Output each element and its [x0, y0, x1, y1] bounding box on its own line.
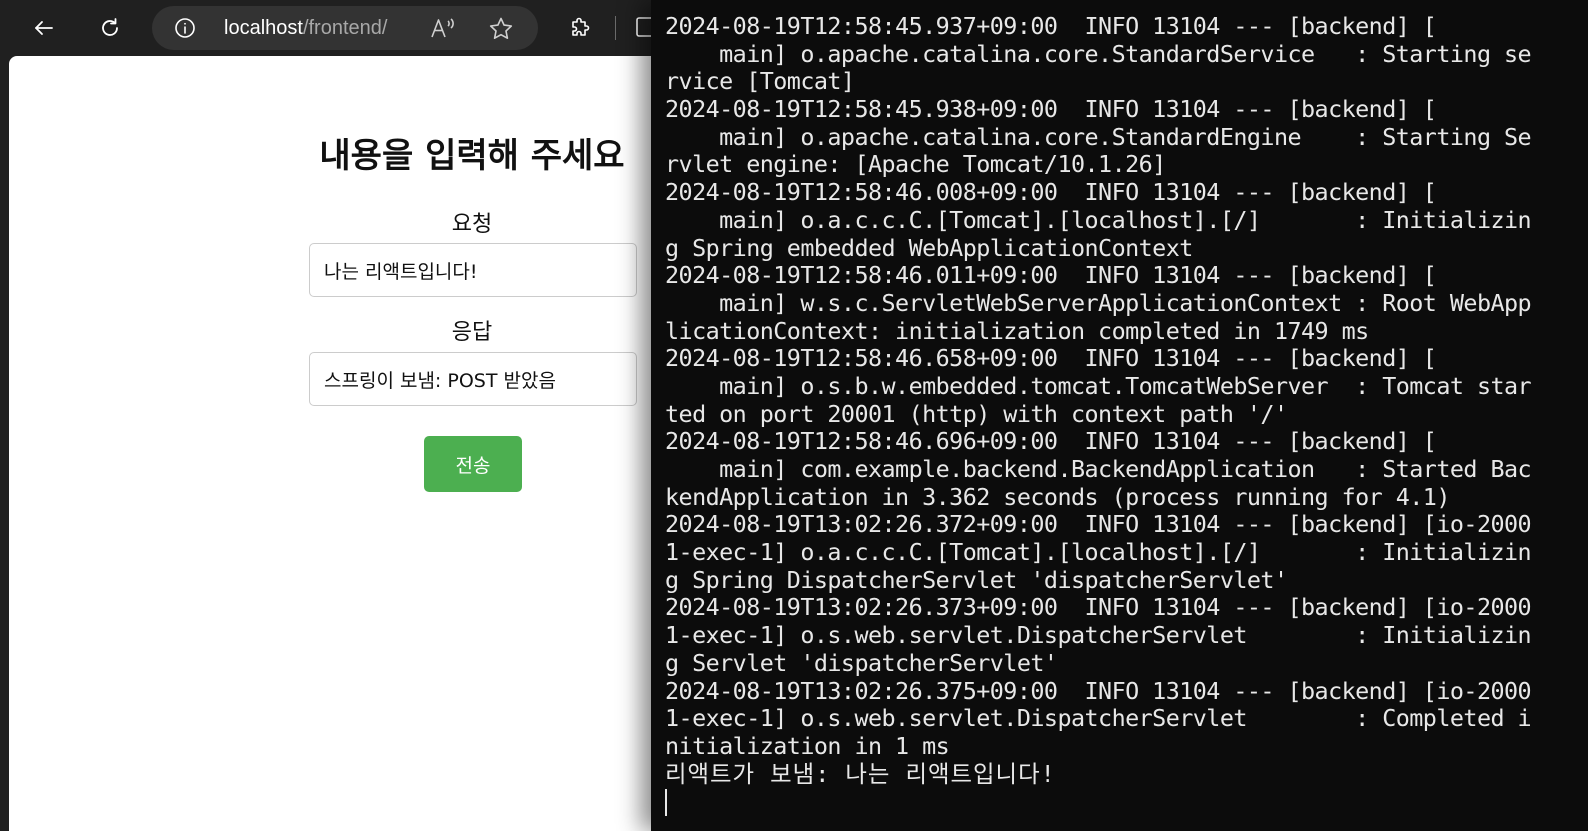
- extensions-button[interactable]: [560, 8, 600, 48]
- response-input[interactable]: [309, 352, 637, 406]
- reload-icon: [102, 18, 118, 36]
- terminal-line: 2024-08-19T12:58:45.938+09:00 INFO 13104…: [665, 95, 1437, 124]
- split-screen-icon[interactable]: [636, 16, 652, 38]
- terminal-line: rvlet engine: [Apache Tomcat/10.1.26]: [665, 150, 1166, 179]
- terminal-line: 2024-08-19T12:58:45.937+09:00 INFO 13104…: [665, 12, 1437, 40]
- terminal-line: main] w.s.c.ServletWebServerApplicationC…: [665, 288, 1532, 317]
- url-host: localhost: [224, 17, 303, 39]
- terminal-line: g Servlet 'dispatcherServlet': [665, 648, 1058, 677]
- puzzle-icon: [572, 17, 590, 36]
- browser-toolbar: localhost/frontend/: [0, 0, 660, 56]
- terminal-output: 2024-08-19T12:58:45.937+09:00 INFO 13104…: [665, 12, 1565, 788]
- toolbar-divider: [615, 16, 616, 40]
- terminal-line: rvice [Tomcat]: [665, 67, 855, 96]
- terminal-line: 2024-08-19T13:02:26.373+09:00 INFO 13104…: [665, 593, 1532, 622]
- terminal-window[interactable]: 2024-08-19T12:58:45.937+09:00 INFO 13104…: [651, 0, 1588, 831]
- terminal-line: licationContext: initialization complete…: [665, 316, 1369, 345]
- terminal-line: main] o.apache.catalina.core.StandardSer…: [665, 39, 1532, 68]
- url-text[interactable]: localhost/frontend/: [224, 16, 387, 40]
- url-path: /frontend/: [302, 17, 388, 39]
- read-aloud-icon[interactable]: [430, 16, 456, 40]
- submit-button[interactable]: 전송: [424, 436, 522, 492]
- terminal-line: 2024-08-19T13:02:26.372+09:00 INFO 13104…: [665, 510, 1532, 539]
- terminal-line: main] com.example.backend.BackendApplica…: [665, 455, 1532, 483]
- terminal-line: nitialization in 1 ms: [665, 731, 950, 760]
- back-arrow-icon: [35, 21, 53, 35]
- browser-window: localhost/frontend/ 내용을 입력해 주세요 요청 응답 전송: [0, 0, 669, 831]
- terminal-line: 1-exec-1] o.a.c.c.C.[Tomcat].[localhost]…: [665, 538, 1532, 567]
- terminal-line: 1-exec-1] o.s.web.servlet.DispatcherServ…: [665, 621, 1532, 650]
- reload-button[interactable]: [90, 8, 130, 48]
- terminal-line: 2024-08-19T12:58:46.008+09:00 INFO 13104…: [665, 178, 1437, 207]
- request-label: 요청: [451, 212, 493, 237]
- terminal-line: 2024-08-19T13:02:26.375+09:00 INFO 13104…: [665, 676, 1532, 705]
- terminal-line: kendApplication in 3.362 seconds (proces…: [665, 482, 1450, 511]
- terminal-line: 2024-08-19T12:58:46.696+09:00 INFO 13104…: [665, 427, 1437, 456]
- terminal-line: 2024-08-19T12:58:46.658+09:00 INFO 13104…: [665, 344, 1437, 373]
- favorite-star-icon[interactable]: [488, 16, 514, 42]
- terminal-line: g Spring embedded WebApplicationContext: [665, 233, 1193, 262]
- request-input[interactable]: [309, 243, 637, 297]
- terminal-cursor: [665, 789, 667, 816]
- response-label: 응답: [451, 320, 493, 345]
- terminal-line: ted on port 20001 (http) with context pa…: [665, 399, 1288, 428]
- page-title: 내용을 입력해 주세요: [319, 136, 625, 176]
- back-button[interactable]: [24, 8, 64, 48]
- terminal-line: g Spring DispatcherServlet 'dispatcherSe…: [665, 565, 1288, 594]
- terminal-line: 2024-08-19T12:58:46.011+09:00 INFO 13104…: [665, 261, 1437, 290]
- terminal-line: 1-exec-1] o.s.web.servlet.DispatcherServ…: [665, 704, 1532, 733]
- address-bar[interactable]: localhost/frontend/: [152, 6, 538, 50]
- page-viewport: 내용을 입력해 주세요 요청 응답 전송: [9, 56, 669, 831]
- terminal-line: main] o.apache.catalina.core.StandardEng…: [665, 122, 1532, 151]
- terminal-line: main] o.a.c.c.C.[Tomcat].[localhost].[/]…: [665, 205, 1532, 234]
- site-info-icon[interactable]: [174, 17, 196, 39]
- terminal-scrollbar[interactable]: [1568, 0, 1588, 831]
- terminal-line: main] o.s.b.w.embedded.tomcat.TomcatWebS…: [665, 371, 1532, 400]
- terminal-line: 리액트가 보냄: 나는 리액트입니다!: [665, 759, 1056, 788]
